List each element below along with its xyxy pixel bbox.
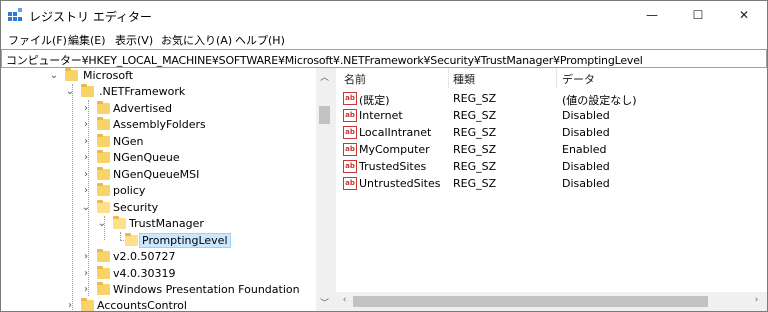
minimize-button[interactable]: — [629,1,675,29]
column-divider[interactable] [448,68,449,88]
tree-label: .NETFramework [99,85,186,98]
folder-icon [65,68,78,81]
folder-icon [97,117,110,130]
value-data: (値の設定なし) [562,94,637,107]
values-list-pane: 名前 種類 データ ab (既定) REG_SZ (値の設定なし) ab Int… [336,68,767,311]
value-type: REG_SZ [453,126,497,139]
column-divider[interactable] [556,68,557,88]
tree-scroll-thumb[interactable] [319,106,330,124]
menu-view[interactable]: 表示(V) [115,32,153,48]
tree-vertical-scrollbar[interactable] [316,68,333,311]
value-type: REG_SZ [453,92,497,105]
chevron-down-icon[interactable]: ⌄ [65,84,75,100]
folder-icon [97,101,110,114]
string-value-icon: ab [343,143,357,156]
registry-editor-window: レジストリ エディター — ☐ ✕ ファイル(F) 編集(E) 表示(V) お気… [0,0,768,312]
title-bar: レジストリ エディター — ☐ ✕ [1,1,767,29]
tree-label: Windows Presentation Foundation [113,283,300,296]
scroll-left-icon[interactable]: ‹ [336,295,353,305]
window-title: レジストリ エディター [29,10,152,24]
tree-label: Microsoft [83,69,134,82]
column-header-name[interactable]: 名前 [344,71,366,87]
chevron-right-icon[interactable]: › [81,150,91,166]
string-value-icon: ab [343,126,357,139]
value-type: REG_SZ [453,109,497,122]
tree-label: policy [113,184,146,197]
folder-icon [97,150,110,163]
chevron-down-icon[interactable]: ⌄ [97,216,107,232]
tree-label: NGenQueue [113,151,180,164]
folder-icon [81,298,94,311]
chevron-right-icon[interactable]: › [81,183,91,199]
tree-label: v4.0.30319 [113,267,176,280]
value-data: Disabled [562,177,610,190]
value-name: UntrustedSites [359,177,441,190]
value-name: (既定) [359,94,390,107]
value-data: Disabled [562,126,610,139]
value-type: REG_SZ [453,177,497,190]
key-tree-pane: ⌄ Microsoft ⌄ .NETFramework › Advertised… [1,68,333,311]
maximize-button[interactable]: ☐ [675,1,721,29]
tree-label: AccountsControl [97,299,187,311]
chevron-down-icon[interactable]: ⌄ [81,200,91,216]
value-name: MyComputer [359,143,430,156]
menu-bar: ファイル(F) 編集(E) 表示(V) お気に入り(A) ヘルプ(H) [1,29,767,49]
tree-label: AssemblyFolders [113,118,206,131]
folder-icon [81,84,94,97]
scroll-right-icon[interactable]: › [748,295,765,305]
chevron-right-icon[interactable]: › [81,117,91,133]
folder-icon [97,266,110,279]
tree-label: NGenQueueMSI [113,168,200,181]
close-button[interactable]: ✕ [721,1,767,29]
address-bar[interactable]: コンピューター¥HKEY_LOCAL_MACHINE¥SOFTWARE¥Micr… [1,49,767,68]
menu-edit[interactable]: 編集(E) [68,32,106,48]
value-name: Internet [359,109,403,122]
folder-icon [97,183,110,196]
address-path: コンピューター¥HKEY_LOCAL_MACHINE¥SOFTWARE¥Micr… [6,54,643,67]
scroll-down-icon[interactable]: ﹀ [316,296,333,309]
column-header-type[interactable]: 種類 [453,71,475,87]
value-name: TrustedSites [359,160,427,173]
value-data: Disabled [562,109,610,122]
chevron-right-icon[interactable]: › [81,101,91,117]
scroll-up-icon[interactable]: ︿ [316,70,333,83]
string-value-icon: ab [343,177,357,190]
chevron-right-icon[interactable]: › [81,167,91,183]
string-value-icon: ab [343,109,357,122]
folder-icon [125,233,138,246]
string-value-icon: ab [343,92,357,105]
tree-label: NGen [113,135,144,148]
tree-label: Advertised [113,102,172,115]
menu-help[interactable]: ヘルプ(H) [235,32,285,48]
registry-editor-icon [8,8,22,21]
folder-icon [97,249,110,262]
chevron-right-icon[interactable]: › [81,249,91,265]
tree-label: Security [113,201,159,214]
value-data: Enabled [562,143,607,156]
tree-label: TrustManager [129,217,204,230]
chevron-right-icon[interactable]: › [81,282,91,298]
folder-icon [97,200,110,213]
value-type: REG_SZ [453,143,497,156]
chevron-down-icon[interactable]: ⌄ [49,68,59,84]
string-value-icon: ab [343,160,357,173]
chevron-right-icon[interactable]: › [65,298,75,311]
chevron-right-icon[interactable]: › [81,266,91,282]
menu-favorites[interactable]: お気に入り(A) [161,32,232,48]
value-name: LocalIntranet [359,126,432,139]
tree-label-selected: PromptingLevel [139,233,231,248]
value-data: Disabled [562,160,610,173]
folder-icon [97,134,110,147]
value-type: REG_SZ [453,160,497,173]
folder-icon [113,216,126,229]
menu-file[interactable]: ファイル(F) [8,32,67,48]
tree-label: v2.0.50727 [113,250,176,263]
list-scroll-thumb[interactable] [353,296,708,307]
column-header-data[interactable]: データ [562,71,595,87]
folder-icon [97,282,110,295]
folder-icon [97,167,110,180]
chevron-right-icon[interactable]: › [81,134,91,150]
